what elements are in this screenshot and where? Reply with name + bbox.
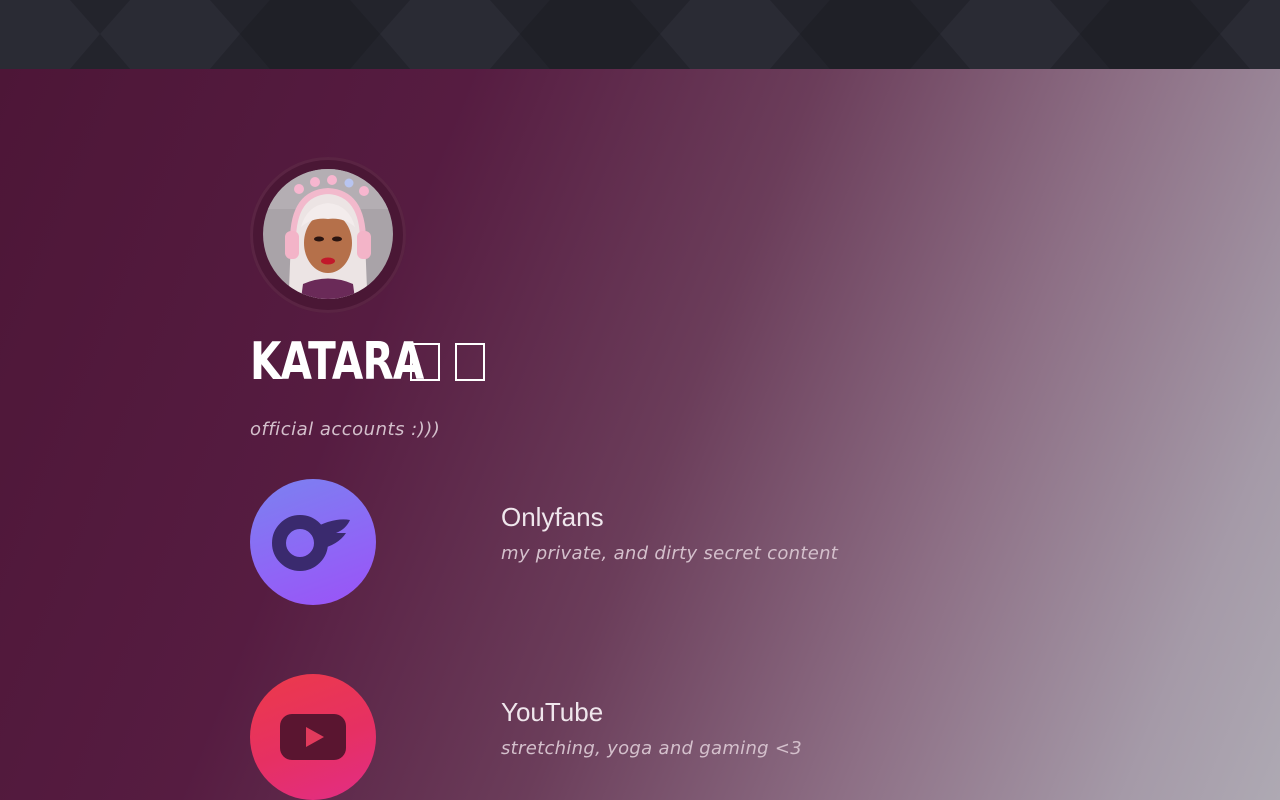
youtube-link-title[interactable]: YouTube — [501, 697, 603, 728]
profile-header: KATARA — [250, 330, 500, 394]
avatar-image — [263, 169, 393, 299]
onlyfans-logo-icon — [272, 515, 350, 571]
onlyfans-link-button[interactable] — [250, 479, 376, 605]
onlyfans-link-title[interactable]: Onlyfans — [501, 502, 604, 533]
top-banner — [0, 0, 1280, 69]
avatar[interactable] — [263, 169, 393, 299]
youtube-logo-icon — [280, 714, 346, 760]
missing-glyph-box-icon — [455, 343, 485, 381]
hexagon-pattern — [0, 0, 1280, 69]
page-background — [0, 69, 1280, 800]
youtube-link-description: stretching, yoga and gaming <3 — [501, 738, 803, 759]
youtube-link-button[interactable] — [250, 674, 376, 800]
onlyfans-link-description: my private, and dirty secret content — [501, 543, 839, 564]
profile-tagline: official accounts :))) — [250, 419, 441, 440]
profile-name: KATARA — [250, 332, 424, 392]
